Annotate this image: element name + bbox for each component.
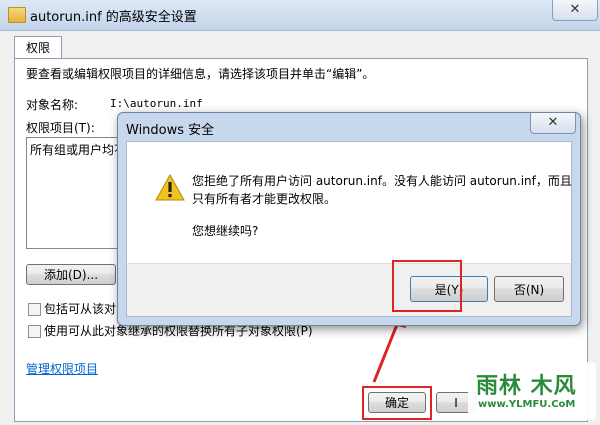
warning-close-button[interactable]: ✕ <box>530 113 576 134</box>
tab-permissions[interactable]: 权限 <box>14 36 62 59</box>
watermark-url: www.YLMFU.CoM <box>478 399 576 410</box>
manage-permissions-link[interactable]: 管理权限项目 <box>26 360 98 377</box>
title-bar[interactable]: autorun.inf 的高级安全设置 ✕ <box>0 0 600 31</box>
warning-dialog-title[interactable]: Windows 安全 <box>126 119 214 138</box>
instruction-text: 要查看或编辑权限项目的详细信息，请选择该项目并单击“编辑”。 <box>26 67 375 81</box>
close-button[interactable]: ✕ <box>552 0 598 21</box>
window-title: autorun.inf 的高级安全设置 <box>30 10 197 25</box>
no-button[interactable]: 否(N) <box>494 276 564 302</box>
permission-entries-list[interactable]: 所有组或用户均不 <box>26 137 128 249</box>
warning-icon <box>155 174 185 201</box>
warning-content: 您拒绝了所有用户访问 autorun.inf。没有人能访问 autorun.in… <box>126 141 572 265</box>
warning-message-line1: 您拒绝了所有用户访问 autorun.inf。没有人能访问 autorun.in… <box>192 174 572 188</box>
warning-question: 您想继续吗? <box>192 224 259 238</box>
watermark: 雨林 木风 www.YLMFU.CoM <box>468 362 596 420</box>
yes-button-highlight <box>392 260 462 312</box>
permission-entries-label: 权限项目(T): <box>26 121 95 135</box>
add-button[interactable]: 添加(D)... <box>26 264 116 285</box>
watermark-logo: 雨林 木风 <box>476 374 577 399</box>
ok-button-highlight <box>362 386 432 420</box>
inherit-checkbox-label: 包括可从该对象 <box>44 302 129 316</box>
replace-child-permissions-checkbox[interactable] <box>28 325 41 338</box>
list-item[interactable]: 所有组或用户均不 <box>30 141 126 158</box>
folder-icon <box>8 7 26 23</box>
warning-message-line2: 只有所有者才能更改权限。 <box>192 192 337 206</box>
windows-security-dialog: Windows 安全 ✕ 您拒绝了所有用户访问 autorun.inf。没有人能… <box>117 112 581 326</box>
warning-button-bar: 是(Y) 否(N) <box>126 263 572 317</box>
object-name-value: I:\autorun.inf <box>110 97 203 110</box>
inherit-checkbox[interactable] <box>28 303 41 316</box>
object-name-label: 对象名称: <box>26 98 79 112</box>
